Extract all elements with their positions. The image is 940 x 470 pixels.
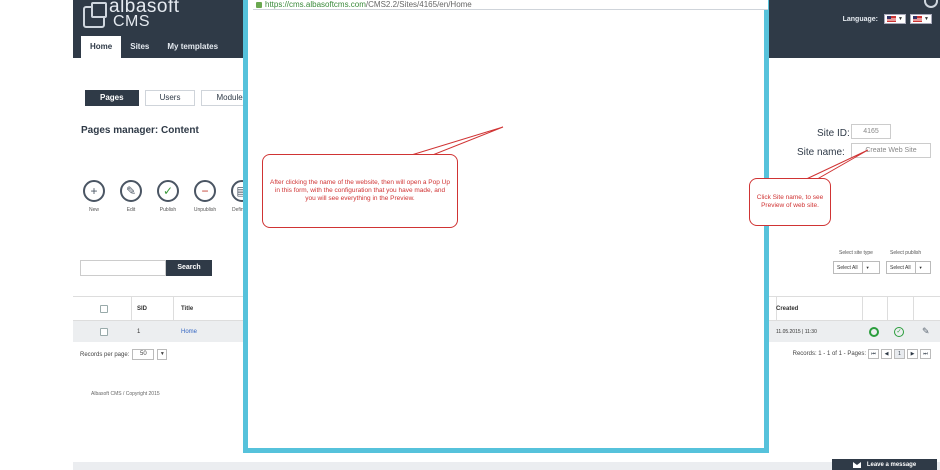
url-bar[interactable]: https://cms.albasoftcms.com/CMS2.2/Sites… xyxy=(253,0,768,10)
first-page-button[interactable]: ⏮ xyxy=(868,349,879,359)
publish-select-value: Select All xyxy=(890,264,911,271)
site-type-select[interactable]: Select All ▼ xyxy=(833,261,880,274)
header-sid[interactable]: SID xyxy=(137,297,147,320)
url-main: https://cms.albasoftcms.com xyxy=(265,0,366,9)
logo-text-bottom: CMS xyxy=(113,13,151,30)
minus-circle-icon: − xyxy=(194,180,216,202)
site-id-field: 4165 xyxy=(851,124,891,139)
us-flag-icon xyxy=(913,16,922,22)
instruction-callout: After clicking the name of the website, … xyxy=(262,154,458,228)
action-label: Unpublish xyxy=(193,207,217,213)
leave-message-label: Leave a message xyxy=(866,461,917,468)
action-toolbar: + New ✎ Edit ✓ Publish − Unpublish ▤ Def… xyxy=(80,180,256,213)
records-pagination: Records: 1 - 1 of 1 - Pages: ⏮ ◀ 1 ▶ ⏭ xyxy=(793,349,931,359)
publish-button[interactable]: ✓ Publish xyxy=(154,180,182,213)
search-input[interactable] xyxy=(80,260,166,276)
header-created[interactable]: Created xyxy=(776,297,798,320)
row-sid: 1 xyxy=(137,328,141,335)
albasoft-logo[interactable]: albasoft CMS xyxy=(83,0,183,34)
row-checkbox[interactable] xyxy=(100,321,108,342)
next-page-button[interactable]: ▶ xyxy=(907,349,918,359)
records-per-page-label: Records per page: xyxy=(80,351,130,358)
url-path: /CMS2.2/Sites/4165/en/Home xyxy=(365,0,472,9)
nav-tab-my-templates[interactable]: My templates xyxy=(158,36,227,58)
us-flag-icon xyxy=(887,16,896,22)
search-button[interactable]: Search xyxy=(166,260,212,276)
header-title[interactable]: Title xyxy=(181,297,193,320)
language-selector: Language: ▼ ▼ xyxy=(843,14,932,24)
current-page-button[interactable]: 1 xyxy=(894,349,905,359)
nav-tab-sites[interactable]: Sites xyxy=(121,36,158,58)
records-info: Records: 1 - 1 of 1 - Pages: xyxy=(792,351,866,357)
section-tabs: Pages Users Modules xyxy=(85,90,262,106)
site-name-callout: Click Site name, to see Preview of web s… xyxy=(749,178,831,226)
chevron-down-icon[interactable]: ▼ xyxy=(157,349,168,360)
row-created: 11.05.2015 | 11:30 xyxy=(776,328,817,335)
lock-icon xyxy=(256,1,262,8)
new-button[interactable]: + New xyxy=(80,180,108,213)
check-circle-icon: ✓ xyxy=(157,180,179,202)
action-label: Edit xyxy=(126,207,136,213)
site-id-label: Site ID: xyxy=(817,128,850,139)
tab-users[interactable]: Users xyxy=(144,90,196,106)
copyright: Albasoft CMS / Copyright 2015 xyxy=(91,391,160,397)
edit-row-pencil-icon[interactable]: ✎ xyxy=(922,321,930,342)
status-online-icon xyxy=(869,321,879,342)
footer-bar xyxy=(73,462,940,470)
prev-page-button[interactable]: ◀ xyxy=(881,349,892,359)
plus-icon: + xyxy=(83,180,105,202)
select-all-checkbox[interactable] xyxy=(100,297,108,320)
publish-select[interactable]: Select All ▼ xyxy=(886,261,931,274)
screen: albasoft CMS Home Sites My templates Lan… xyxy=(0,0,940,470)
mail-icon xyxy=(852,461,861,468)
row-title-link[interactable]: Home xyxy=(181,321,197,342)
chevron-down-icon: ▼ xyxy=(914,262,923,273)
site-type-select-value: Select All xyxy=(837,264,858,271)
last-page-button[interactable]: ⏭ xyxy=(920,349,931,359)
chevron-down-icon: ▼ xyxy=(861,262,870,273)
edit-button[interactable]: ✎ Edit xyxy=(117,180,145,213)
action-label: Publish xyxy=(159,207,177,213)
user-menu-icon[interactable] xyxy=(924,0,938,8)
publish-filter-label: Select publish xyxy=(890,250,922,256)
language-label: Language: xyxy=(842,15,878,23)
chevron-down-icon: ▼ xyxy=(924,16,929,22)
chevron-down-icon: ▼ xyxy=(898,16,903,22)
url-text: https://cms.albasoftcms.com/CMS2.2/Sites… xyxy=(265,0,472,9)
tab-pages[interactable]: Pages xyxy=(85,90,139,106)
site-name-label: Site name: xyxy=(797,147,845,158)
logo-mark-icon xyxy=(83,2,107,28)
language-flag-dropdown-2[interactable]: ▼ xyxy=(910,14,932,24)
page-title: Pages manager: Content xyxy=(81,125,199,136)
language-flag-dropdown[interactable]: ▼ xyxy=(884,14,906,24)
unpublish-button[interactable]: − Unpublish xyxy=(191,180,219,213)
main-nav: Home Sites My templates xyxy=(81,36,227,58)
records-per-page-select[interactable]: 50 xyxy=(132,349,155,360)
action-label: New xyxy=(88,207,99,213)
published-check-icon[interactable]: ✓ xyxy=(894,321,904,342)
pencil-icon: ✎ xyxy=(120,180,142,202)
site-name-link[interactable]: Create Web Site xyxy=(851,143,931,158)
leave-message-button[interactable]: Leave a message xyxy=(832,459,937,470)
records-per-page: Records per page: 50 ▼ xyxy=(80,349,168,360)
nav-tab-home[interactable]: Home xyxy=(81,36,122,58)
site-type-filter-label: Select site type xyxy=(839,250,873,256)
